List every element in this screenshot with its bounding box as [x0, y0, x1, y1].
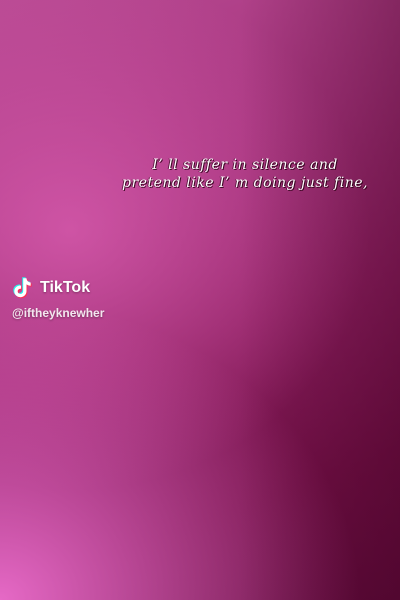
tiktok-watermark: TikTok @iftheyknewher: [12, 276, 104, 320]
tiktok-logo-icon: [12, 276, 34, 300]
tiktok-brand-name: TikTok: [40, 279, 91, 296]
tiktok-username: @iftheyknewher: [12, 306, 105, 320]
lyrics-line-2: pretend like I’ m doing just fine,: [122, 175, 368, 191]
lyrics-caption: I’ ll suffer in silence and pretend like…: [100, 156, 390, 192]
lyrics-line-1: I’ ll suffer in silence and: [152, 157, 338, 173]
tiktok-brand-row: TikTok: [12, 276, 104, 300]
